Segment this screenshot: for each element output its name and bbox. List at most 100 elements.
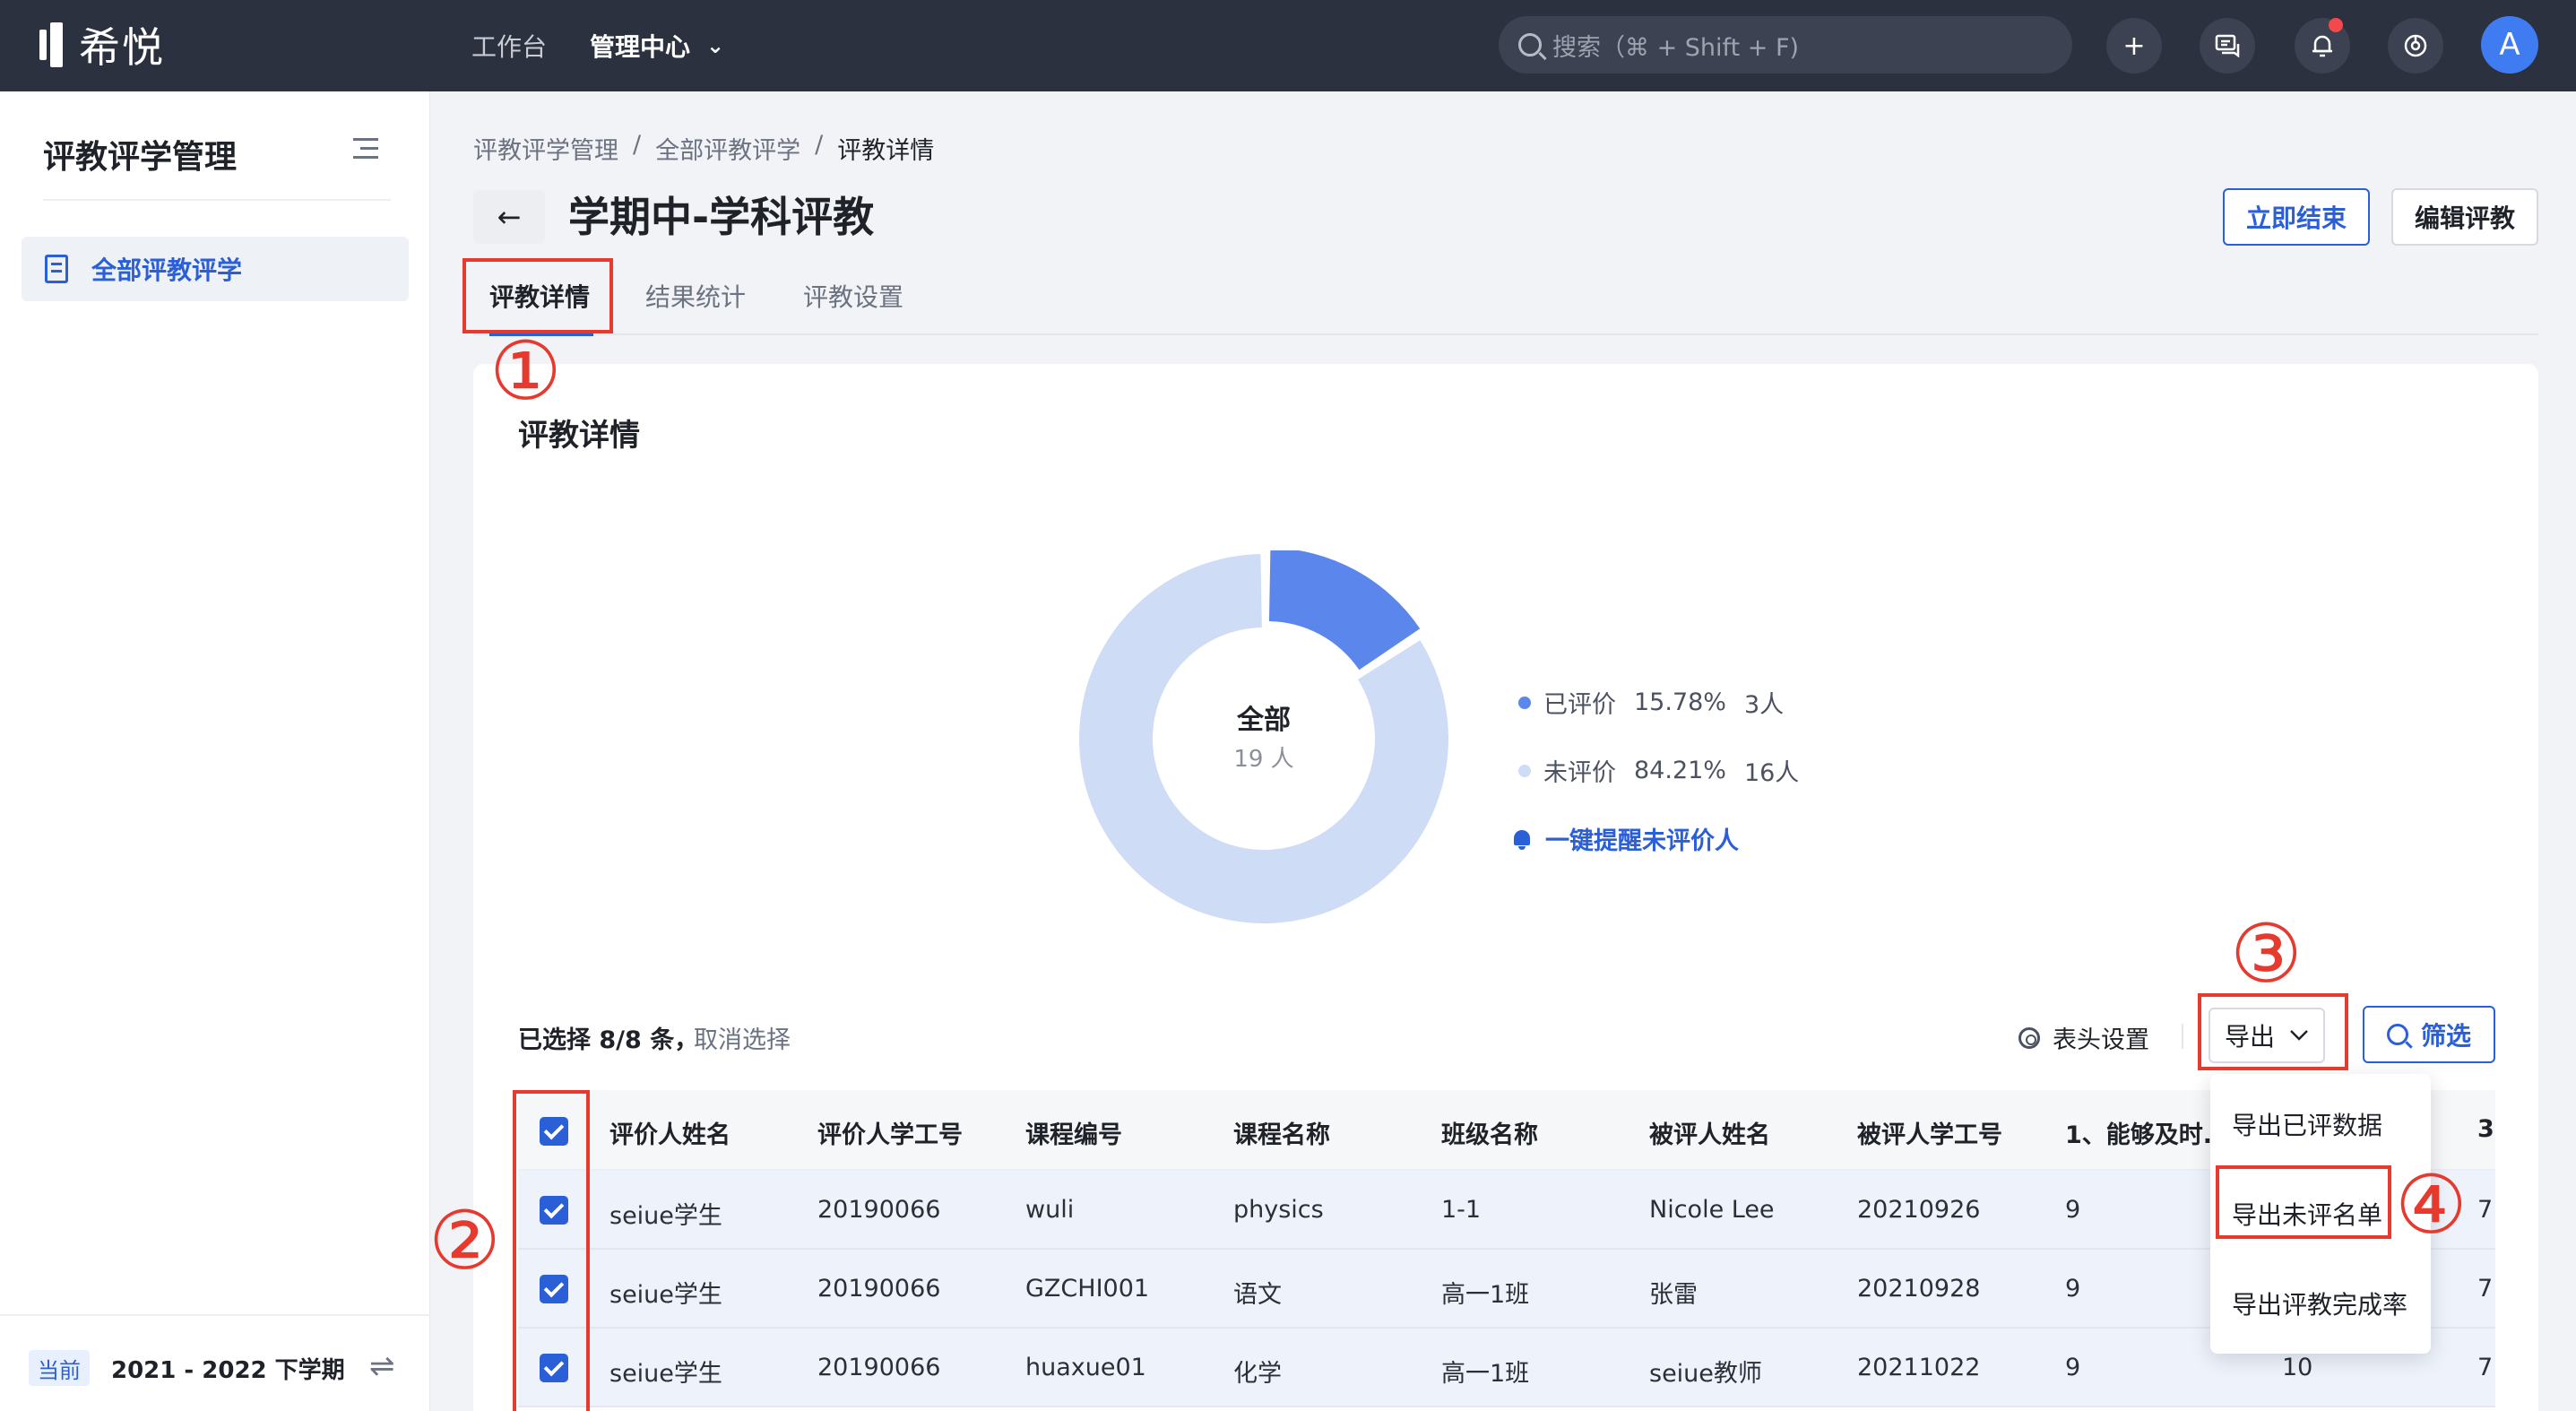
table-cell: huaxue01	[1025, 1354, 1146, 1381]
collapse-sidebar-icon[interactable]	[353, 138, 378, 160]
search-icon	[2386, 1024, 2408, 1045]
breadcrumb-current: 评教详情	[837, 137, 935, 165]
table-cell: Nicole Lee	[1649, 1196, 1775, 1224]
legend-not-evaluated: 未评价 84.21% 16人	[1518, 753, 1799, 788]
breadcrumb-separator: /	[815, 131, 824, 159]
bell-icon	[1511, 828, 1533, 850]
annotation-number: ①	[489, 325, 562, 419]
table-cell: 20190066	[817, 1354, 941, 1381]
tab-result-statistics[interactable]: 结果统计	[645, 278, 746, 314]
table-cell: 9	[2065, 1354, 2081, 1381]
column-header[interactable]: 评价人姓名	[609, 1115, 730, 1150]
table-cell: 10	[2282, 1354, 2313, 1381]
table-cell: seiue学生	[609, 1360, 722, 1388]
legend-percent: 15.78%	[1634, 688, 1726, 716]
table-header: 评价人姓名 评价人学工号 课程编号 课程名称 班级名称 被评人姓名 被评人学工号…	[518, 1090, 2495, 1171]
support-button[interactable]	[2388, 18, 2443, 74]
table-cell: seiue教师	[1649, 1360, 1762, 1388]
user-avatar[interactable]: A	[2481, 16, 2538, 74]
breadcrumb: 评教评学管理 / 全部评教评学 / 评教详情	[473, 131, 934, 166]
table-cell: 张雷	[1649, 1281, 1698, 1309]
breadcrumb-item[interactable]: 全部评教评学	[655, 131, 800, 166]
add-button[interactable]: +	[2106, 18, 2162, 74]
table-cell: 20210928	[1857, 1275, 1981, 1303]
page-title: 学期中-学科评教	[568, 193, 875, 241]
table-cell: GZCHI001	[1025, 1275, 1150, 1303]
table-row[interactable]: seiue学生 20190066 huaxue01 化学 高一1班 seiue教…	[518, 1329, 2495, 1407]
annotation-box	[2198, 993, 2348, 1070]
column-header[interactable]: 被评人姓名	[1649, 1115, 1770, 1150]
tab-evaluation-settings[interactable]: 评教设置	[803, 278, 903, 314]
legend-count: 16人	[1743, 759, 1800, 787]
toolbar-divider	[2182, 1024, 2183, 1049]
gear-icon	[2018, 1026, 2040, 1049]
table-cell: 化学	[1233, 1360, 1282, 1388]
global-search-input[interactable]: 搜索（⌘ + Shift + F)	[1499, 16, 2072, 74]
support-icon	[2404, 34, 2427, 57]
top-nav: 工作台 管理中心 ⌄	[471, 25, 767, 66]
table-cell: physics	[1233, 1196, 1324, 1224]
column-header[interactable]: 课程名称	[1233, 1115, 1330, 1150]
sidebar-item-all-evaluations[interactable]: 全部评教评学	[22, 237, 409, 301]
table-cell: 高一1班	[1441, 1360, 1530, 1388]
table-cell: 20211022	[1857, 1354, 1981, 1381]
table-cell: 20190066	[817, 1275, 941, 1303]
search-placeholder: 搜索（⌘ + Shift + F)	[1552, 33, 1800, 62]
messages-button[interactable]	[2200, 18, 2255, 74]
column-settings-button[interactable]: 表头设置	[2018, 1020, 2149, 1055]
current-semester-tag: 当前	[29, 1350, 90, 1386]
sidebar-title: 评教评学管理	[43, 139, 238, 176]
column-header[interactable]: 评价人学工号	[817, 1115, 963, 1150]
logo-text: 希悦	[79, 23, 165, 72]
breadcrumb-item[interactable]: 评教评学管理	[473, 131, 618, 166]
table-row[interactable]: seiue学生 20190066 wuli physics 1-1 Nicole…	[518, 1171, 2495, 1250]
table-cell: 7	[2477, 1354, 2494, 1381]
table-cell: wuli	[1025, 1196, 1075, 1224]
plus-icon: +	[2122, 30, 2146, 62]
end-now-button[interactable]: 立即结束	[2223, 188, 2370, 246]
column-header[interactable]: 课程编号	[1025, 1115, 1122, 1150]
table-cell: 9	[2065, 1275, 2081, 1303]
app-logo[interactable]: 希悦	[39, 20, 165, 72]
remind-unevaluated-button[interactable]: 一键提醒未评价人	[1511, 821, 1739, 856]
annotation-number: ③	[2230, 907, 2303, 1001]
table-cell: 20190066	[817, 1196, 941, 1224]
column-header[interactable]: 3	[2477, 1115, 2494, 1143]
column-header[interactable]: 被评人学工号	[1857, 1115, 2002, 1150]
table-row[interactable]: seiue学生 20190066 GZCHI001 语文 高一1班 张雷 202…	[518, 1250, 2495, 1329]
sidebar-item-label: 全部评教评学	[91, 255, 243, 285]
tab-bar: 评教详情 结果统计 评教设置	[473, 269, 2538, 336]
table-cell: 语文	[1233, 1281, 1282, 1309]
export-evaluated-data-item[interactable]: 导出已评数据	[2232, 1106, 2382, 1142]
legend-dot	[1518, 696, 1531, 709]
column-header[interactable]: 班级名称	[1441, 1115, 1538, 1150]
back-button[interactable]: ←	[473, 190, 545, 244]
table-cell: seiue学生	[609, 1202, 722, 1230]
notifications-button[interactable]	[2295, 18, 2350, 74]
table-cell: seiue学生	[609, 1281, 722, 1309]
legend-label: 已评价	[1543, 691, 1616, 719]
export-completion-rate-item[interactable]: 导出评教完成率	[2232, 1285, 2407, 1321]
legend-percent: 84.21%	[1634, 757, 1726, 784]
sidebar: 评教评学管理 全部评教评学 当前 2021 - 2022 下学期 ⇌	[0, 91, 430, 1411]
switch-semester-icon[interactable]: ⇌	[369, 1348, 395, 1384]
nav-management-center[interactable]: 管理中心 ⌄	[590, 28, 724, 64]
search-icon	[1518, 33, 1542, 56]
legend-dot	[1518, 764, 1531, 777]
column-header[interactable]: 1、能够及时...	[2065, 1115, 2231, 1150]
nav-workbench[interactable]: 工作台	[471, 28, 547, 64]
arrow-left-icon: ←	[497, 200, 522, 234]
annotation-box	[2216, 1165, 2391, 1239]
top-bar: 希悦 工作台 管理中心 ⌄ 搜索（⌘ + Shift + F) + A	[0, 0, 2576, 91]
table-cell: 9	[2065, 1196, 2081, 1224]
table-cell: 高一1班	[1441, 1281, 1530, 1309]
cancel-selection-link[interactable]: 取消选择	[694, 1020, 791, 1055]
sidebar-divider	[43, 199, 391, 201]
donut-center-total: 19 人	[1233, 746, 1294, 773]
document-icon	[45, 255, 68, 283]
filter-button[interactable]: 筛选	[2363, 1006, 2495, 1063]
annotation-number: ④	[2395, 1158, 2468, 1252]
logo-mark-icon	[39, 22, 70, 67]
edit-evaluation-button[interactable]: 编辑评教	[2391, 188, 2538, 246]
donut-segment-evaluated[interactable]	[1268, 550, 1421, 671]
